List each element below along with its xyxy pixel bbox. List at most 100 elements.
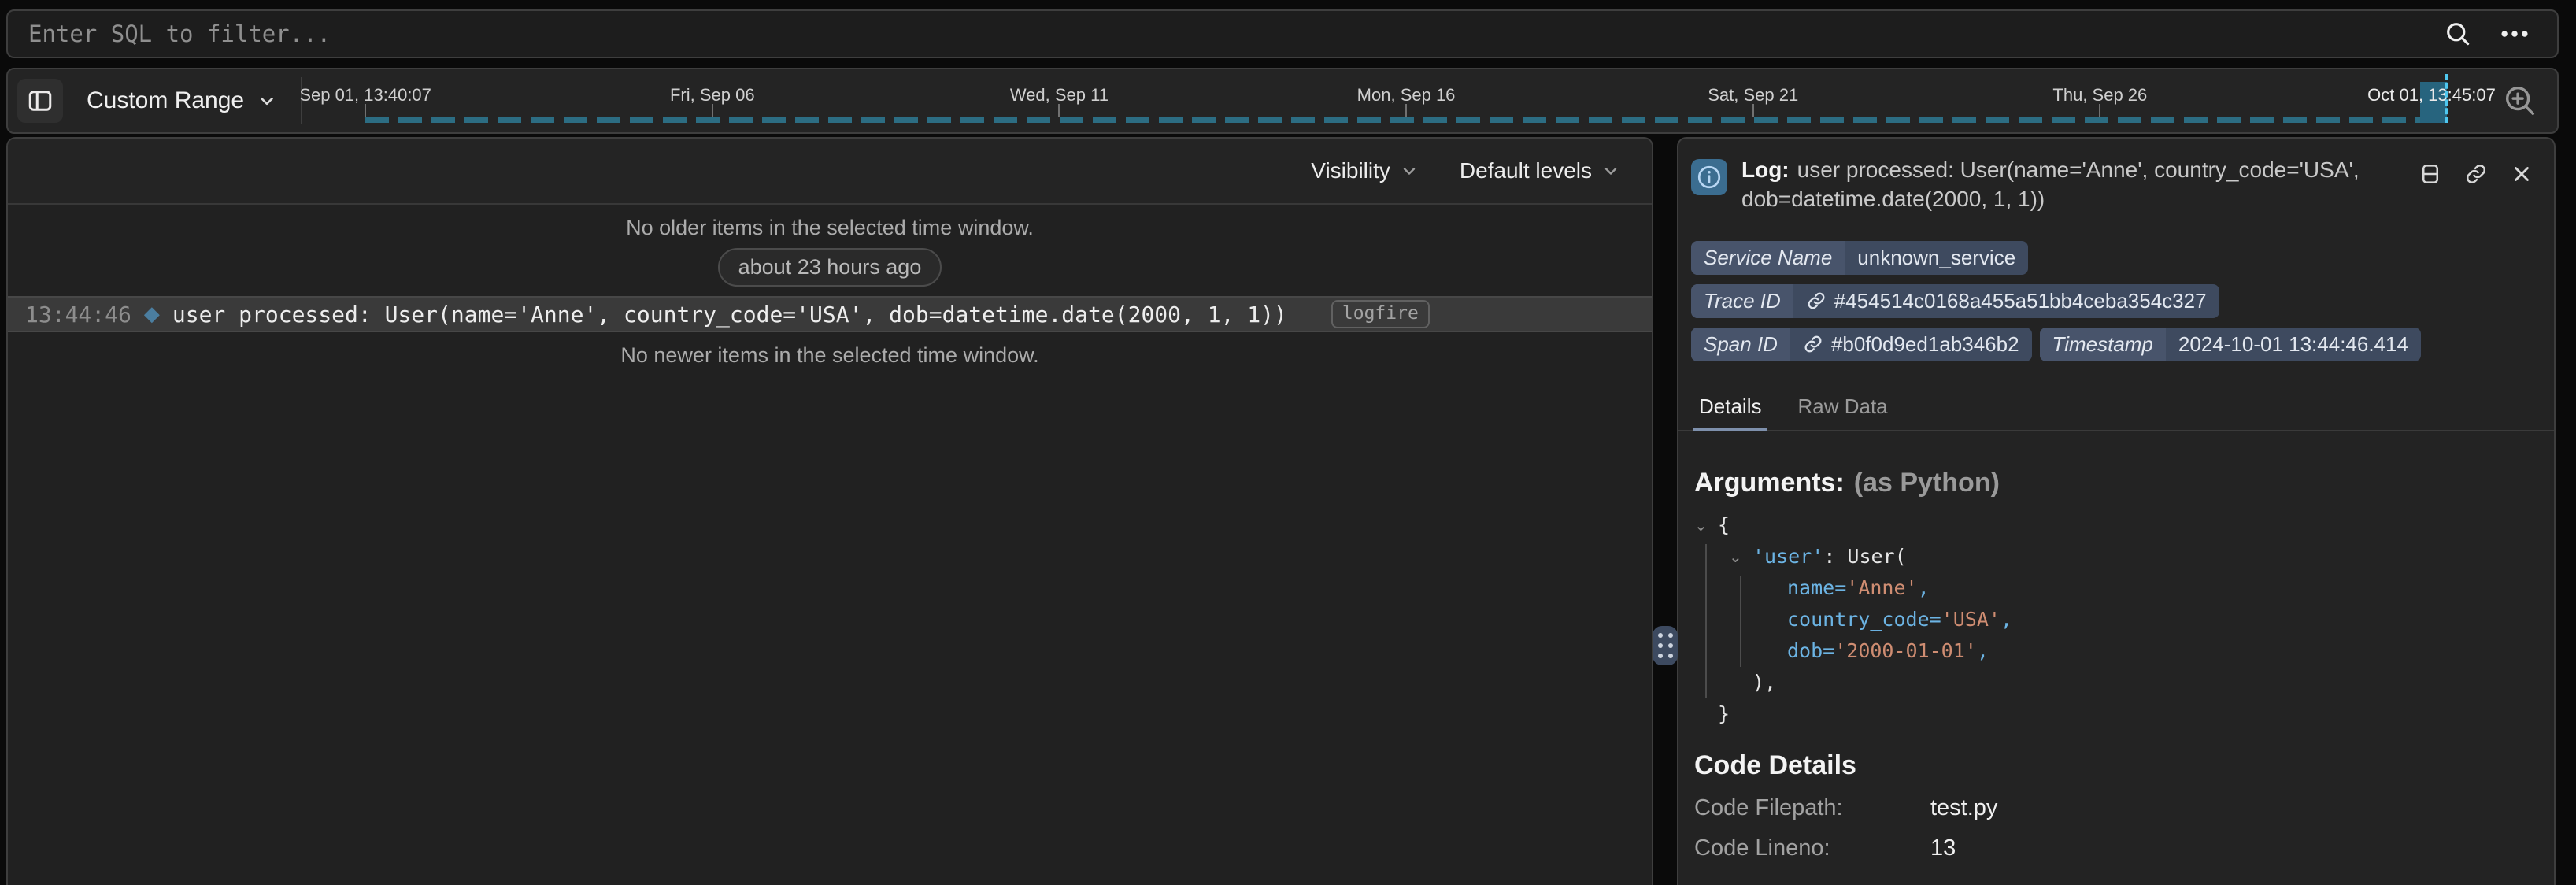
tab-details[interactable]: Details [1699, 394, 1761, 430]
code-token: : [1823, 545, 1847, 568]
splitter-drag-handle[interactable] [1653, 626, 1678, 665]
code-details-heading: Code Details [1694, 750, 2533, 781]
visibility-label: Visibility [1311, 158, 1390, 183]
timeline-tick-mark [1752, 104, 1754, 117]
badge-value: #b0f0d9ed1ab346b2 [1790, 328, 2032, 361]
code-line: ), [1694, 667, 2533, 698]
log-list-panel: Visibility Default levels No older items… [6, 137, 1653, 885]
collapse-caret-icon[interactable]: ⌄ [1729, 547, 1752, 566]
time-range-label: Custom Range [87, 87, 244, 114]
metadata-badge-timestamp: Timestamp 2024-10-01 13:44:46.414 [2040, 328, 2421, 361]
code-line: ⌄'user': User( [1694, 541, 2533, 572]
tab-raw-data[interactable]: Raw Data [1797, 394, 1887, 430]
code-line: country_code='USA', [1694, 604, 2533, 635]
no-newer-items-message: No newer items in the selected time wind… [8, 343, 1652, 368]
panel-splitter [1653, 137, 1677, 885]
more-menu-icon[interactable] [2499, 20, 2530, 48]
copy-link-icon[interactable] [2464, 162, 2488, 186]
badge-label: Service Name [1691, 241, 1845, 275]
details-actions [2419, 156, 2533, 186]
metadata-badge-span-id[interactable]: Span ID #b0f0d9ed1ab346b2 [1691, 328, 2032, 361]
arguments-heading-text: Arguments: [1694, 468, 1845, 498]
details-title-message: user processed: User(name='Anne', countr… [1741, 157, 2359, 211]
badge-value-text: 2024-10-01 13:44:46.414 [2178, 332, 2408, 357]
arguments-code-block: ⌄{⌄'user': User(name='Anne',country_code… [1694, 509, 2533, 730]
code-line: dob='2000-01-01', [1694, 635, 2533, 667]
code-token: 'Anne' [1846, 576, 1917, 599]
log-details-panel: Log:user processed: User(name='Anne', co… [1677, 137, 2556, 885]
badge-value-text: #b0f0d9ed1ab346b2 [1831, 332, 2019, 357]
details-title: Log:user processed: User(name='Anne', co… [1741, 156, 2371, 214]
sql-filter-input[interactable] [8, 20, 2444, 47]
badge-value: #454514c0168a455a51bb4ceba354c327 [1793, 284, 2219, 318]
main-area: Visibility Default levels No older items… [6, 137, 2556, 885]
timeline-tick-label: Wed, Sep 11 [1010, 85, 1108, 106]
indent-guide [1740, 576, 1741, 667]
timeline-tick-mark [2099, 104, 2100, 117]
search-icon[interactable] [2444, 20, 2472, 48]
code-token: country_code= [1787, 608, 1941, 631]
chevron-down-icon [1400, 161, 1419, 180]
timeline-tick-label: Oct 01, 13:45:07 [2367, 85, 2496, 106]
log-tag-badge: logfire [1331, 300, 1430, 328]
badge-label: Trace ID [1691, 284, 1793, 318]
panel-left-icon [26, 87, 54, 115]
badge-label: Timestamp [2040, 328, 2166, 361]
badge-value: 2024-10-01 13:44:46.414 [2166, 328, 2421, 361]
split-view-icon[interactable] [2419, 162, 2442, 186]
badge-value-text: unknown_service [1857, 246, 2015, 270]
timeline-tick-label: Sat, Sep 21 [1708, 85, 1798, 106]
code-token: } [1718, 702, 1730, 725]
details-title-prefix: Log: [1741, 157, 1790, 182]
badge-value: unknown_service [1845, 241, 2028, 275]
visibility-dropdown[interactable]: Visibility [1311, 158, 1419, 183]
code-line: name='Anne', [1694, 572, 2533, 604]
info-level-icon [1691, 159, 1727, 195]
code-token: User( [1847, 545, 1906, 568]
default-levels-dropdown[interactable]: Default levels [1460, 158, 1620, 183]
timeline-tick-label: Fri, Sep 06 [670, 85, 755, 106]
metadata-badge-trace-id[interactable]: Trace ID #454514c0168a455a51bb4ceba354c32… [1691, 284, 2219, 318]
zoom-in-icon[interactable] [2502, 83, 2538, 119]
timeline-tick-mark [365, 104, 366, 117]
code-token: ), [1752, 671, 1776, 694]
code-token: { [1718, 513, 1730, 536]
code-details-rows: Code Filepath:test.pyCode Lineno:13 [1694, 795, 2533, 861]
sidebar-toggle-button[interactable] [17, 79, 63, 123]
code-token: 'USA' [1941, 608, 2000, 631]
code-details-row: Code Filepath:test.py [1694, 795, 2533, 821]
timeline-selection-edge[interactable] [2445, 74, 2448, 123]
details-tabs: Details Raw Data [1678, 394, 2554, 431]
timeline-tick-mark [1405, 104, 1407, 117]
timeline-tick-label: Sep 01, 13:40:07 [299, 85, 431, 106]
code-line: } [1694, 698, 2533, 730]
chevron-down-icon [1601, 161, 1620, 180]
details-content: Arguments:(as Python) ⌄{⌄'user': User(na… [1678, 468, 2554, 885]
code-details-value: test.py [1930, 795, 1997, 821]
code-token: , [2000, 608, 2012, 631]
timeline-dashed-line [365, 117, 2447, 123]
arguments-heading: Arguments: (as Python) [1694, 468, 2533, 498]
no-older-items-message: No older items in the selected time wind… [8, 205, 1652, 240]
collapse-caret-icon[interactable]: ⌄ [1694, 516, 1718, 535]
filter-bar-icons [2444, 20, 2557, 48]
log-timestamp: 13:44:46 [25, 302, 131, 328]
log-message: user processed: User(name='Anne', countr… [172, 302, 1287, 328]
time-range-select[interactable]: Custom Range [63, 87, 301, 114]
chevron-down-icon [257, 91, 277, 111]
log-row[interactable]: 13:44:46 ◆ user processed: User(name='An… [8, 296, 1652, 332]
badge-value-text: #454514c0168a455a51bb4ceba354c327 [1834, 289, 2207, 313]
metadata-badge-service-name: Service Name unknown_service [1691, 241, 2028, 275]
code-token: '2000-01-01' [1834, 639, 1977, 662]
default-levels-label: Default levels [1460, 158, 1592, 183]
timeline-track[interactable]: Sep 01, 13:40:07Fri, Sep 06Wed, Sep 11Mo… [365, 69, 2447, 132]
code-details-label: Code Filepath: [1694, 795, 1930, 821]
close-icon[interactable] [2510, 162, 2533, 186]
timeline-tick-label: Mon, Sep 16 [1357, 85, 1456, 106]
code-details-label: Code Lineno: [1694, 835, 1930, 861]
metadata-badges: Service Name unknown_service Trace ID #4545… [1678, 214, 2554, 361]
timeline-tick-mark [1058, 104, 1060, 117]
badge-label: Span ID [1691, 328, 1790, 361]
arguments-heading-suffix: (as Python) [1854, 468, 2000, 498]
log-level-diamond-icon: ◆ [144, 302, 160, 326]
